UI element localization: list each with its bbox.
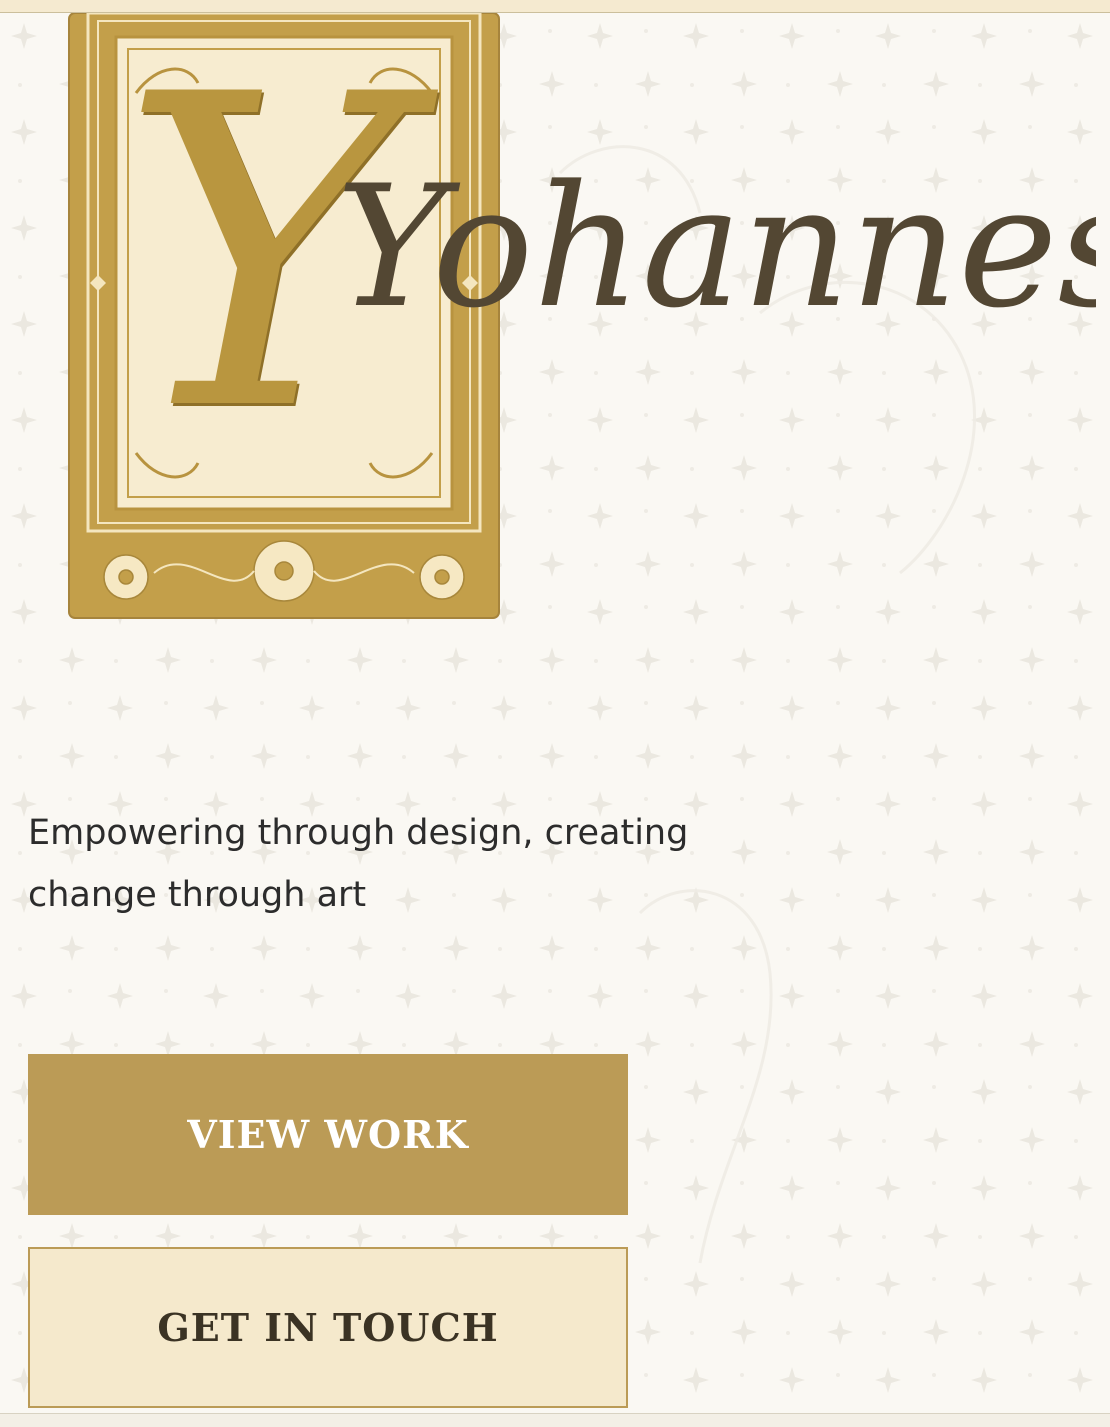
bottom-strip [0, 1413, 1110, 1427]
hero-tagline: Empowering through design, creating chang… [28, 802, 728, 926]
tagline-line-1: Empowering through design, creating [28, 813, 689, 853]
get-in-touch-button[interactable]: GET IN TOUCH [28, 1247, 628, 1408]
top-strip [0, 0, 1110, 13]
view-work-button[interactable]: VIEW WORK [28, 1054, 628, 1215]
monogram-card [68, 13, 500, 619]
tagline-line-2: change through art [28, 875, 367, 915]
